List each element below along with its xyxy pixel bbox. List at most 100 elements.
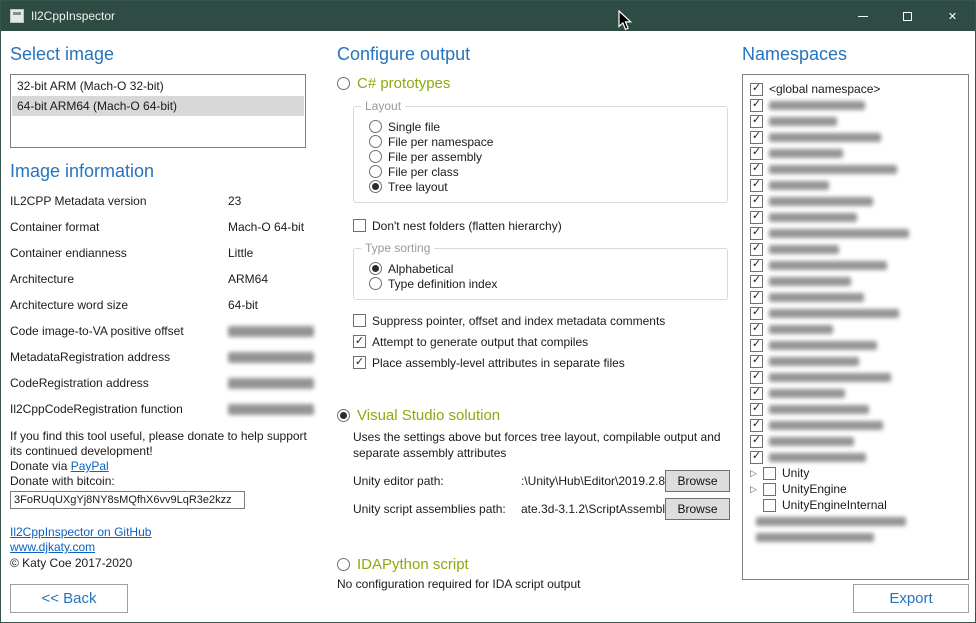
namespace-item[interactable] (747, 209, 964, 225)
namespace-checkbox[interactable] (750, 323, 763, 336)
namespace-checkbox[interactable] (750, 115, 763, 128)
namespace-item[interactable] (747, 305, 964, 321)
close-button[interactable]: ✕ (930, 1, 975, 31)
namespace-checkbox[interactable] (750, 131, 763, 144)
layout-option[interactable]: File per assembly (369, 149, 717, 164)
image-list-item[interactable]: 32-bit ARM (Mach-O 32-bit) (12, 76, 304, 96)
titlebar[interactable]: Il2CppInspector ✕ (1, 1, 975, 31)
namespace-item[interactable]: <global namespace> (747, 81, 964, 97)
namespace-checkbox[interactable] (750, 99, 763, 112)
layout-option[interactable]: File per namespace (369, 134, 717, 149)
namespace-checkbox[interactable] (763, 499, 776, 512)
csharp-prototypes-radio[interactable]: C# prototypes (337, 75, 733, 92)
namespace-checkbox[interactable] (750, 435, 763, 448)
export-button[interactable]: Export (853, 584, 969, 613)
namespace-checkbox[interactable] (763, 483, 776, 496)
namespace-item[interactable] (747, 353, 964, 369)
namespace-checkbox[interactable] (750, 355, 763, 368)
namespace-checkbox[interactable] (750, 211, 763, 224)
type-sorting-option[interactable]: Alphabetical (369, 261, 717, 276)
namespace-checkbox[interactable] (750, 371, 763, 384)
namespace-item[interactable] (747, 513, 964, 529)
namespace-checkbox[interactable] (750, 179, 763, 192)
maximize-button[interactable] (885, 1, 930, 31)
namespace-item[interactable] (747, 529, 964, 545)
namespace-checkbox[interactable] (750, 339, 763, 352)
namespace-item[interactable] (747, 145, 964, 161)
namespace-item[interactable]: ▷Unity (747, 465, 964, 481)
visual-studio-radio[interactable]: Visual Studio solution (337, 407, 733, 424)
namespace-checkbox[interactable] (750, 83, 763, 96)
flatten-checkbox-row[interactable]: Don't nest folders (flatten hierarchy) (353, 217, 733, 234)
image-list[interactable]: 32-bit ARM (Mach-O 32-bit)64-bit ARM64 (… (10, 74, 306, 148)
namespace-item[interactable] (747, 417, 964, 433)
namespace-item[interactable] (747, 337, 964, 353)
option-label: File per class (388, 165, 459, 179)
github-link[interactable]: Il2CppInspector on GitHub (10, 525, 151, 539)
namespace-checkbox[interactable] (750, 259, 763, 272)
info-row: Container formatMach-O 64-bit (10, 214, 330, 240)
paypal-link[interactable]: PayPal (71, 459, 109, 473)
minimize-button[interactable] (840, 1, 885, 31)
namespace-checkbox[interactable] (750, 227, 763, 240)
expander-icon[interactable]: ▷ (750, 481, 763, 497)
browse-script-button[interactable]: Browse (665, 498, 730, 520)
namespace-checkbox[interactable] (750, 387, 763, 400)
namespace-item[interactable] (747, 273, 964, 289)
namespace-checkbox[interactable] (750, 275, 763, 288)
namespace-item[interactable] (747, 289, 964, 305)
image-list-item[interactable]: 64-bit ARM64 (Mach-O 64-bit) (12, 96, 304, 116)
namespace-item[interactable]: UnityEngineInternal (747, 497, 964, 513)
output-checkbox-row[interactable]: Suppress pointer, offset and index metad… (353, 312, 733, 329)
back-button[interactable]: << Back (10, 584, 128, 613)
layout-option[interactable]: Tree layout (369, 179, 717, 194)
namespace-item[interactable]: ▷UnityEngine (747, 481, 964, 497)
output-checkbox-row[interactable]: Place assembly-level attributes in separ… (353, 354, 733, 371)
option-label: File per assembly (388, 150, 482, 164)
namespace-checkbox[interactable] (750, 163, 763, 176)
namespace-item[interactable] (747, 369, 964, 385)
namespace-item[interactable] (747, 225, 964, 241)
namespace-checkbox[interactable] (750, 147, 763, 160)
namespace-item[interactable] (747, 97, 964, 113)
namespace-item[interactable] (747, 433, 964, 449)
namespace-item[interactable] (747, 401, 964, 417)
idapython-radio[interactable]: IDAPython script (337, 556, 733, 573)
bitcoin-address-input[interactable] (10, 491, 245, 509)
window-title: Il2CppInspector (31, 9, 115, 23)
expander-icon[interactable]: ▷ (750, 465, 763, 481)
website-link[interactable]: www.djkaty.com (10, 540, 95, 554)
browse-editor-button[interactable]: Browse (665, 470, 730, 492)
layout-option[interactable]: File per class (369, 164, 717, 179)
namespace-item[interactable] (747, 241, 964, 257)
namespace-item[interactable] (747, 161, 964, 177)
namespace-item[interactable] (747, 385, 964, 401)
namespace-checkbox[interactable] (750, 195, 763, 208)
type-sorting-option[interactable]: Type definition index (369, 276, 717, 291)
radio-icon (369, 262, 382, 275)
layout-option[interactable]: Single file (369, 119, 717, 134)
info-row: Il2CppCodeRegistration function (10, 396, 330, 422)
namespace-checkbox[interactable] (750, 451, 763, 464)
namespace-item[interactable] (747, 113, 964, 129)
namespace-checkbox[interactable] (750, 307, 763, 320)
output-checkbox-row[interactable]: Attempt to generate output that compiles (353, 333, 733, 350)
redacted-namespace (756, 517, 906, 526)
namespace-checkbox[interactable] (750, 243, 763, 256)
namespace-item[interactable] (747, 257, 964, 273)
namespace-item[interactable] (747, 449, 964, 465)
namespace-item[interactable] (747, 129, 964, 145)
namespace-checkbox[interactable] (750, 403, 763, 416)
left-panel: Select image 32-bit ARM (Mach-O 32-bit)6… (10, 31, 330, 622)
namespace-item[interactable] (747, 193, 964, 209)
namespace-checkbox[interactable] (763, 467, 776, 480)
redacted-namespace (769, 389, 845, 398)
namespace-item[interactable] (747, 177, 964, 193)
namespace-list[interactable]: <global namespace> ▷Unity▷UnityEngineUnit… (742, 74, 969, 580)
idapython-description: No configuration required for IDA script… (337, 577, 733, 592)
namespace-item[interactable] (747, 321, 964, 337)
namespace-checkbox[interactable] (750, 291, 763, 304)
namespace-checkbox[interactable] (750, 419, 763, 432)
checkbox-icon (353, 356, 366, 369)
configure-output-heading: Configure output (337, 44, 733, 65)
